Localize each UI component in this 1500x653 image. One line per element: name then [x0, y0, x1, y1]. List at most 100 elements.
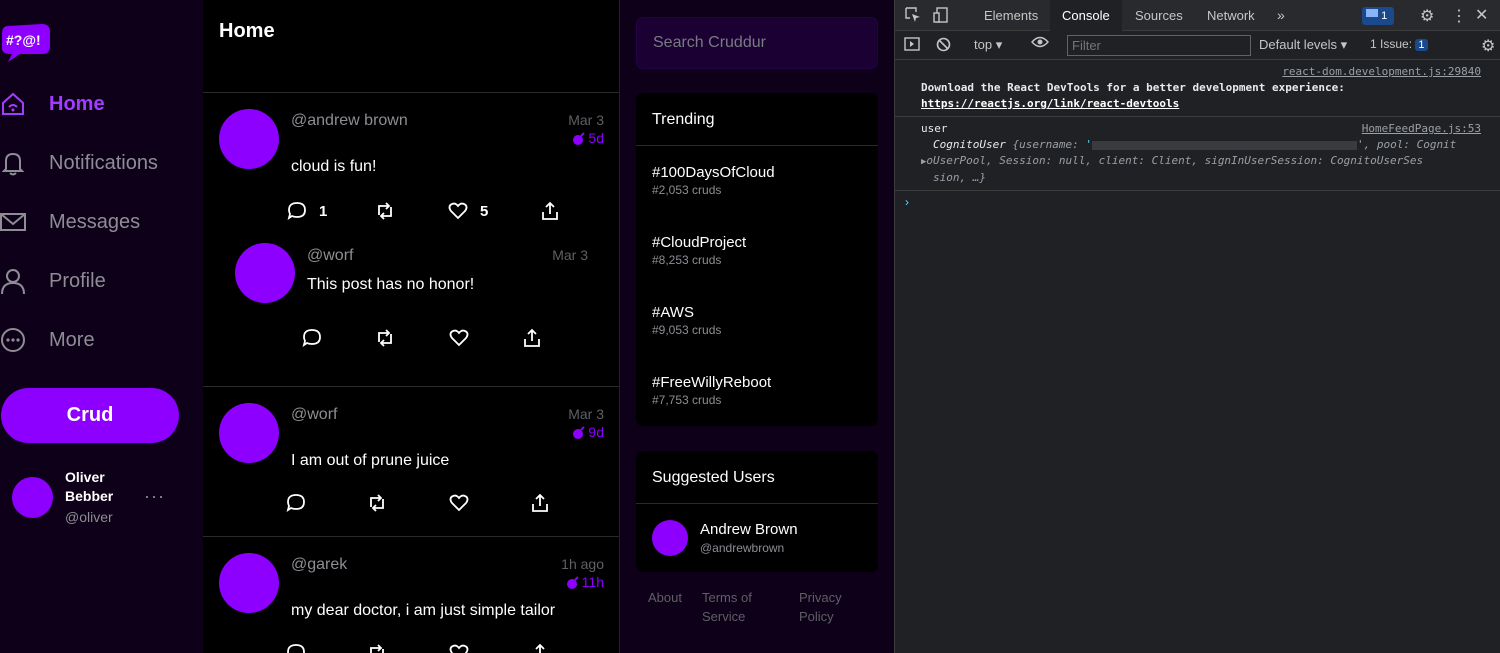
crud-button[interactable]: Crud	[1, 388, 179, 443]
nav-item-home[interactable]: Home	[0, 84, 105, 124]
console-object-preview[interactable]: CognitoUser {username: ' ', pool: Cognit	[921, 137, 1481, 153]
issues-button[interactable]: 1 Issue: 1	[1370, 37, 1428, 51]
divider	[203, 386, 619, 387]
divider	[203, 536, 619, 537]
close-icon[interactable]: ✕	[1475, 5, 1488, 25]
avatar[interactable]	[12, 477, 53, 518]
inspect-icon[interactable]	[905, 7, 921, 26]
heart-icon	[449, 644, 469, 653]
footer-privacy-link[interactable]: Privacy Policy	[799, 588, 859, 626]
tab-network[interactable]: Network	[1195, 0, 1267, 31]
expires-label: 11h	[581, 574, 604, 590]
reply-handle[interactable]: @worf	[307, 247, 353, 265]
reply-avatar[interactable]	[235, 243, 295, 303]
post-handle[interactable]: @worf	[291, 406, 337, 424]
suggested-user-name: Andrew Brown	[700, 521, 798, 538]
footer-terms-link[interactable]: Terms of Service	[702, 588, 782, 626]
reply-button[interactable]	[286, 493, 318, 513]
bomb-icon	[566, 575, 579, 589]
react-devtools-link[interactable]: https://reactjs.org/link/react-devtools	[921, 97, 1179, 110]
trending-item[interactable]: #FreeWillyReboot #7,753 cruds	[636, 356, 878, 426]
profile-more-button[interactable]: ···	[144, 486, 165, 507]
post-handle[interactable]: @andrew brown	[291, 112, 408, 130]
mail-icon	[0, 213, 26, 231]
console-source-link[interactable]: react-dom.development.js:29840	[1282, 64, 1481, 80]
reply-button[interactable]	[302, 328, 334, 348]
console-object-preview-cont[interactable]: ▶oUserPool, Session: null, client: Clien…	[921, 153, 1481, 170]
nav-item-messages[interactable]: Messages	[0, 202, 140, 242]
post-date: Mar 3	[568, 406, 604, 422]
kebab-menu-icon[interactable]: ⋮	[1451, 6, 1467, 26]
trending-tag: #100DaysOfCloud	[652, 164, 775, 181]
trending-item[interactable]: #AWS #9,053 cruds	[636, 286, 878, 356]
search-input[interactable]	[636, 17, 878, 69]
reply-icon	[302, 329, 321, 348]
tab-elements[interactable]: Elements	[972, 0, 1050, 31]
suggested-user[interactable]: Andrew Brown @andrewbrown	[636, 504, 878, 572]
console-source-link[interactable]: HomeFeedPage.js:53	[1362, 121, 1481, 137]
nav-label-notifications: Notifications	[49, 151, 158, 174]
bell-icon	[1, 152, 25, 176]
repost-icon	[378, 202, 392, 220]
cruddur-app: #?@! Home Notifications Messages Profile…	[0, 0, 894, 653]
context-select[interactable]: top ▾	[974, 37, 1002, 53]
right-sidebar: Trending #100DaysOfCloud #2,053 cruds #C…	[620, 0, 894, 653]
clear-console-icon[interactable]	[936, 37, 951, 55]
share-icon	[524, 328, 540, 347]
post-avatar[interactable]	[219, 553, 279, 613]
repost-button[interactable]	[367, 643, 399, 653]
expires-label: 5d	[588, 130, 604, 146]
tab-sources[interactable]: Sources	[1123, 0, 1195, 31]
post-avatar[interactable]	[219, 403, 279, 463]
nav-label-profile: Profile	[49, 269, 106, 292]
eye-icon[interactable]	[1031, 35, 1049, 54]
share-button[interactable]	[530, 493, 562, 513]
nav-item-more[interactable]: More	[0, 320, 95, 360]
avatar[interactable]	[652, 520, 688, 556]
console-filter-input[interactable]	[1067, 35, 1251, 56]
more-tabs-icon[interactable]: »	[1277, 7, 1285, 23]
messages-badge[interactable]: 1	[1362, 7, 1394, 25]
bomb-icon	[573, 131, 586, 145]
object-preview-line1: ', pool: Cognit	[1356, 138, 1457, 151]
reply-icon	[287, 202, 306, 221]
post-expires: 5d	[572, 130, 604, 146]
console-settings-gear-icon[interactable]: ⚙	[1481, 36, 1495, 56]
tab-console[interactable]: Console	[1050, 0, 1122, 31]
device-toggle-icon[interactable]	[933, 7, 949, 26]
reply-button[interactable]	[286, 643, 318, 653]
reply-button[interactable]: 1	[287, 201, 327, 221]
console-toolbar: top ▾ Default levels ▾ 1 Issue: 1 ⚙	[895, 31, 1500, 60]
sidebar-toggle-icon[interactable]	[904, 37, 920, 54]
like-button[interactable]: 5	[448, 201, 488, 221]
footer-about-link[interactable]: About	[648, 588, 682, 607]
share-button[interactable]	[530, 643, 562, 653]
repost-button[interactable]	[375, 201, 407, 221]
like-button[interactable]	[449, 643, 481, 653]
reply-icon	[287, 644, 305, 653]
trending-item[interactable]: #100DaysOfCloud #2,053 cruds	[636, 146, 878, 216]
settings-gear-icon[interactable]: ⚙	[1420, 6, 1434, 26]
like-button[interactable]	[449, 493, 481, 513]
cruddur-logo[interactable]: #?@!	[2, 22, 50, 62]
trending-item[interactable]: #CloudProject #8,253 cruds	[636, 216, 878, 286]
repost-button[interactable]	[375, 328, 407, 348]
trending-tag: #FreeWillyReboot	[652, 374, 772, 391]
trending-tag: #AWS	[652, 304, 694, 321]
post-expires: 11h	[566, 574, 604, 590]
logo-text: #?@!	[6, 32, 41, 48]
log-levels-select[interactable]: Default levels ▾	[1259, 37, 1347, 53]
share-button[interactable]	[522, 328, 554, 348]
object-class-name: CognitoUser	[933, 138, 1006, 151]
nav-item-notifications[interactable]: Notifications	[0, 143, 158, 183]
trending-count: #7,753 cruds	[652, 393, 722, 407]
nav-label-more: More	[49, 328, 95, 351]
reply-message: This post has no honor!	[307, 276, 475, 293]
post-handle[interactable]: @garek	[291, 556, 347, 574]
share-button[interactable]	[540, 201, 572, 221]
nav-item-profile[interactable]: Profile	[0, 261, 106, 301]
repost-button[interactable]	[367, 493, 399, 513]
like-button[interactable]	[449, 328, 481, 348]
console-prompt-icon[interactable]: ›	[895, 191, 1500, 213]
post-avatar[interactable]	[219, 109, 279, 169]
